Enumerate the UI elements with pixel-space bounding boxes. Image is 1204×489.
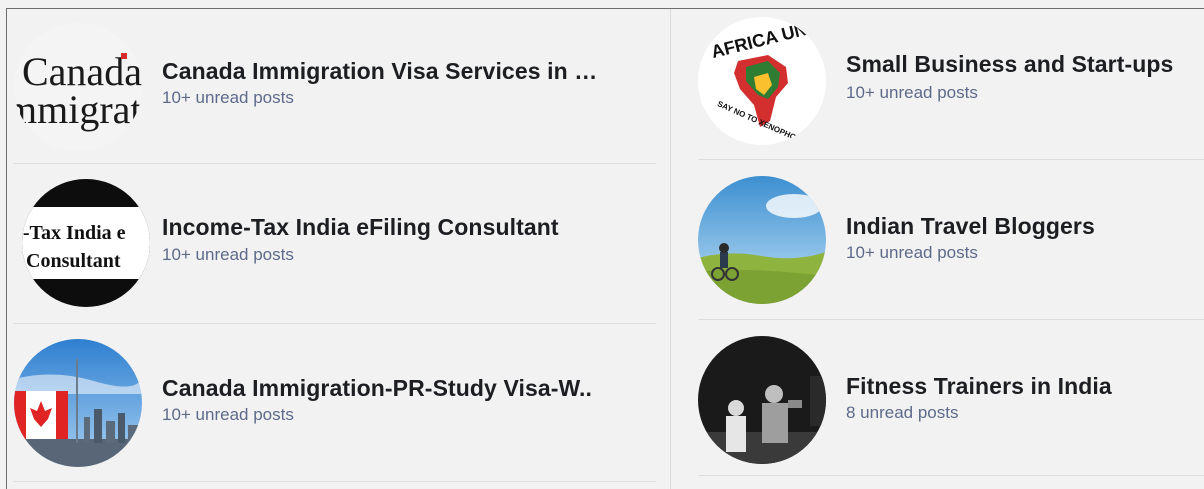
group-title[interactable]: Indian Travel Bloggers xyxy=(846,213,1095,240)
group-unread-count: 8 unread posts xyxy=(846,403,959,422)
svg-text:Consultant: Consultant xyxy=(26,250,121,272)
travel-landscape-icon xyxy=(698,176,826,304)
canada-flag-skyline-icon xyxy=(14,339,142,467)
group-item[interactable]: Canada mmigrati Canada Immigration Visa … xyxy=(14,9,656,164)
tax-consultant-icon: e-Tax India e Consultant xyxy=(22,179,150,307)
group-title[interactable]: Fitness Trainers in India xyxy=(846,373,1112,400)
canada-wordmark-icon: Canada mmigrati xyxy=(14,23,142,151)
africa-unite-icon: AFRICA UNITE SAY NO TO XENOPHOBIA xyxy=(698,17,826,145)
boxing-photo-icon xyxy=(698,336,826,464)
group-unread-count: 10+ unread posts xyxy=(162,245,294,264)
group-unread-count: 10+ unread posts xyxy=(162,88,294,107)
group-item[interactable]: AFRICA UNITE SAY NO TO XENOPHOBIA Small … xyxy=(698,9,1204,160)
group-item[interactable]: Fitness Trainers in India 8 unread posts xyxy=(698,320,1204,476)
group-title[interactable]: Small Business and Start-ups xyxy=(846,51,1173,78)
group-unread-count: 10+ unread posts xyxy=(846,243,978,262)
group-item[interactable]: Canada Immigration-PR-Study Visa-W.. 10+… xyxy=(14,324,656,482)
group-unread-count: 10+ unread posts xyxy=(846,83,978,102)
group-title[interactable]: Income-Tax India eFiling Consultant xyxy=(162,214,559,241)
svg-text:e-Tax India e: e-Tax India e xyxy=(22,222,126,244)
svg-text:mmigrati: mmigrati xyxy=(14,87,142,132)
group-title[interactable]: Canada Immigration Visa Services in … xyxy=(162,58,597,85)
group-unread-count: 10+ unread posts xyxy=(162,405,294,424)
column-divider xyxy=(670,9,671,489)
group-title[interactable]: Canada Immigration-PR-Study Visa-W.. xyxy=(162,375,592,402)
group-item[interactable]: Indian Travel Bloggers 10+ unread posts xyxy=(698,160,1204,320)
group-item[interactable]: e-Tax India e Consultant Income-Tax Indi… xyxy=(14,164,656,324)
